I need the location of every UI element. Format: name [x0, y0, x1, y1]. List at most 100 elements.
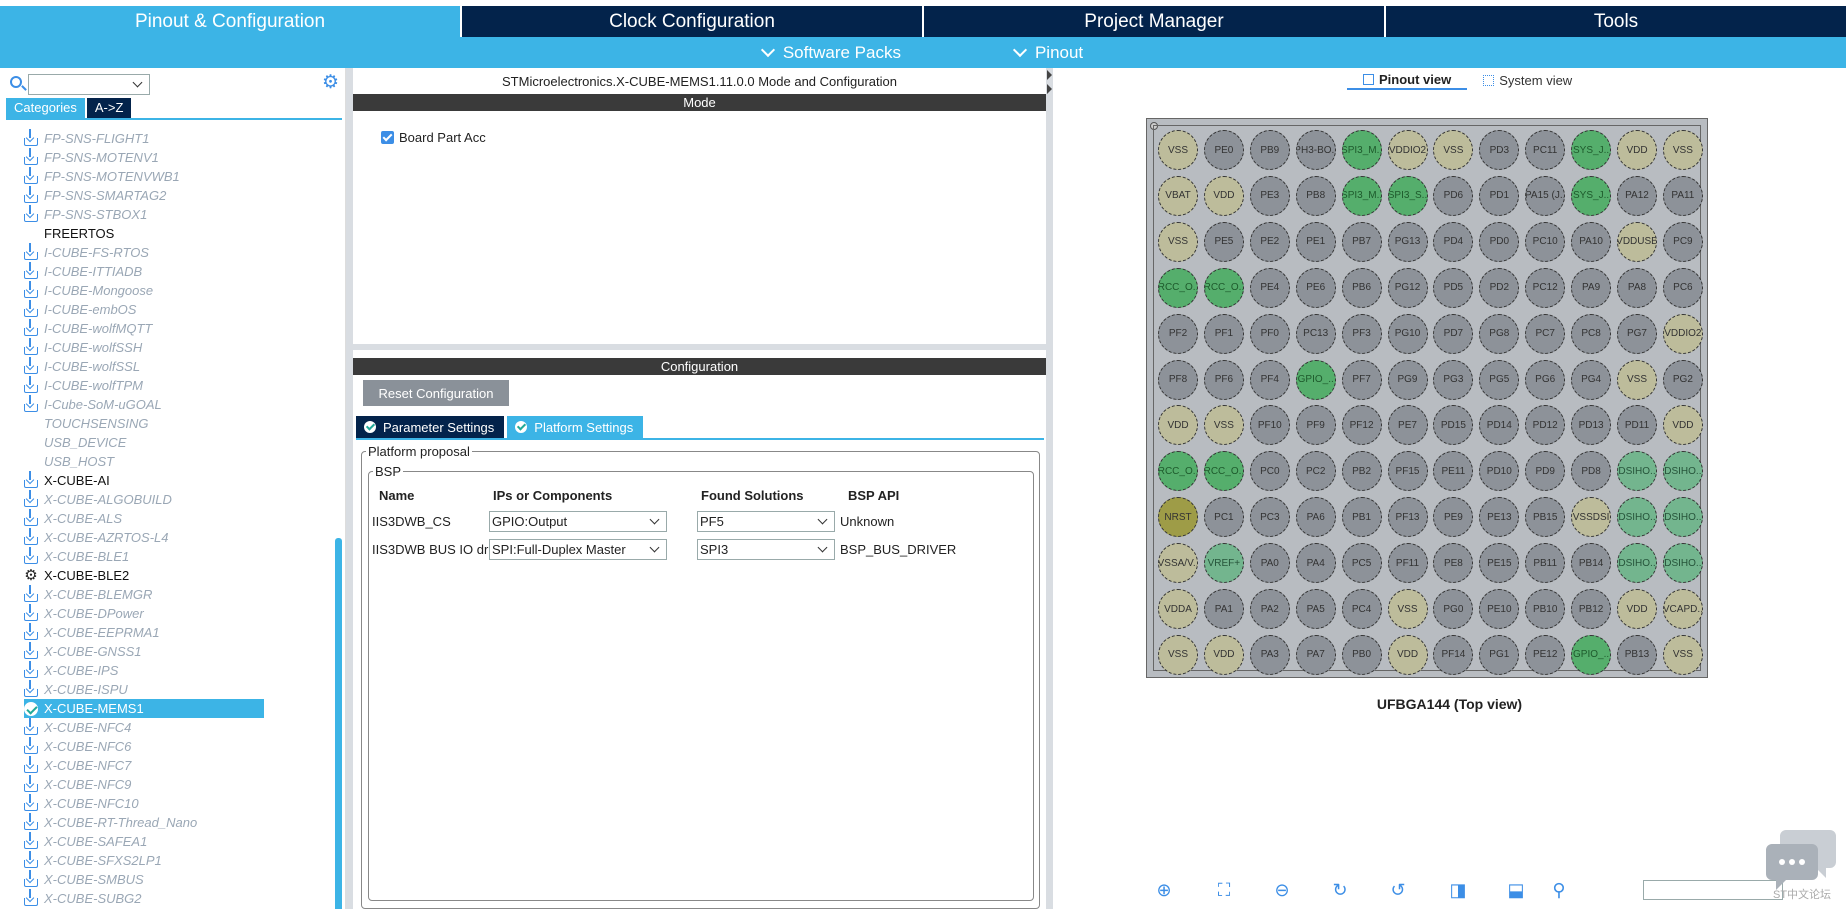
pin[interactable]: PD15 [1433, 405, 1474, 446]
pin[interactable]: PF11 [1387, 543, 1428, 584]
pin[interactable]: PD2 [1479, 267, 1520, 308]
tree-item[interactable]: I-CUBE-ITTIADB [24, 261, 324, 281]
tree-item[interactable]: FP-SNS-STBOX1 [24, 204, 324, 224]
reset-configuration-button[interactable]: Reset Configuration [363, 380, 509, 406]
tab-a-z[interactable]: A->Z [86, 98, 132, 118]
pin[interactable]: VSS [1158, 221, 1198, 262]
pin[interactable]: PG4 [1571, 359, 1612, 400]
pin[interactable]: PE15 [1479, 543, 1520, 584]
pin[interactable]: PC7 [1525, 313, 1566, 354]
tab-tools[interactable]: Tools [1386, 6, 1846, 37]
pin[interactable]: PA8 [1617, 267, 1657, 308]
pin[interactable]: VCAPD.. [1662, 589, 1703, 629]
tree-item[interactable]: FP-SNS-FLIGHT1 [24, 129, 324, 148]
pin[interactable]: PB10 [1525, 589, 1566, 629]
pin[interactable]: VDDA [1158, 589, 1198, 629]
pin[interactable]: PH3-BO.. [1295, 130, 1336, 170]
tree-item[interactable]: FREERTOS [24, 224, 324, 243]
pin[interactable]: VDD [1158, 405, 1198, 446]
pin[interactable]: SYS_J.. [1571, 175, 1612, 216]
pin[interactable]: PF3 [1341, 313, 1382, 354]
tree-item[interactable]: X-CUBE-NFC6 [24, 736, 324, 756]
pin[interactable]: RCC_O.. [1158, 451, 1198, 492]
tree-item[interactable]: X-CUBE-NFC10 [24, 793, 324, 813]
pin[interactable]: RCC_O.. [1203, 267, 1244, 308]
pin[interactable]: PB0 [1341, 634, 1382, 675]
tree-item[interactable]: I-CUBE-wolfTPM [24, 375, 324, 395]
pin[interactable]: VDD [1662, 405, 1703, 446]
pin[interactable]: PF9 [1295, 405, 1336, 446]
pin[interactable]: PB14 [1571, 543, 1612, 584]
pin[interactable]: PE2 [1249, 221, 1290, 262]
pin[interactable]: DSIHO.. [1662, 497, 1703, 538]
pin[interactable]: PG10 [1387, 313, 1428, 354]
pin[interactable]: PB1 [1341, 497, 1382, 538]
pin[interactable]: VDD [1617, 589, 1657, 629]
pin[interactable]: SPI3_M.. [1341, 175, 1382, 216]
pin[interactable]: VSS [1433, 130, 1474, 170]
tree-item[interactable]: X-CUBE-GNSS1 [24, 641, 324, 661]
board-part-acc-checkbox[interactable]: Board Part Acc [381, 130, 486, 145]
pin[interactable]: VREF+ [1203, 543, 1244, 584]
pin[interactable]: PE5 [1203, 221, 1244, 262]
tab-categories[interactable]: Categories [6, 98, 85, 118]
tree-item[interactable]: X-CUBE-NFC7 [24, 755, 324, 775]
pin[interactable]: PD5 [1433, 267, 1474, 308]
pin[interactable]: PF14 [1433, 634, 1474, 675]
pin[interactable]: PD14 [1479, 405, 1520, 446]
pin[interactable]: SPI3_S.. [1387, 175, 1428, 216]
pin[interactable]: PB15 [1525, 497, 1566, 538]
pin[interactable]: PD6 [1433, 175, 1474, 216]
pin[interactable]: PB6 [1341, 267, 1382, 308]
pin[interactable]: PF12 [1341, 405, 1382, 446]
pin[interactable]: PD10 [1479, 451, 1520, 492]
pin[interactable]: PE7 [1387, 405, 1428, 446]
gear-icon[interactable]: ⚙ [322, 73, 339, 92]
pin[interactable]: PC0 [1249, 451, 1290, 492]
tree-item[interactable]: I-Cube-SoM-uGOAL [24, 394, 324, 414]
pin[interactable]: PG6 [1525, 359, 1566, 400]
pin[interactable]: PC3 [1249, 497, 1290, 538]
horizontal-splitter[interactable] [353, 344, 1046, 350]
pin[interactable]: PD0 [1479, 221, 1520, 262]
pin[interactable]: PE8 [1433, 543, 1474, 584]
pin[interactable]: VSS [1158, 130, 1198, 170]
pin[interactable]: PC4 [1341, 589, 1382, 629]
pin[interactable]: VDDIO2 [1387, 130, 1428, 170]
pin[interactable]: PD4 [1433, 221, 1474, 262]
pin[interactable]: PC11 [1525, 130, 1566, 170]
pin[interactable]: PG5 [1479, 359, 1520, 400]
pinout-menu[interactable]: Pinout [1003, 43, 1095, 63]
pin[interactable]: RCC_O.. [1203, 451, 1244, 492]
pin[interactable]: PF6 [1203, 359, 1244, 400]
pin[interactable]: PA5 [1295, 589, 1336, 629]
search-icon[interactable]: ⚲ [1548, 879, 1570, 901]
pin[interactable]: PG1 [1479, 634, 1520, 675]
pin[interactable]: PD7 [1433, 313, 1474, 354]
pin[interactable]: PE1 [1295, 221, 1336, 262]
flip-horizontal-icon[interactable]: ◨ [1447, 879, 1469, 901]
pin[interactable]: PB7 [1341, 221, 1382, 262]
tree-item[interactable]: USB_HOST [24, 452, 324, 471]
pin[interactable]: DSIHO.. [1617, 451, 1657, 492]
pin[interactable]: VDD [1203, 175, 1244, 216]
zoom-in-icon[interactable]: ⊕ [1153, 879, 1175, 901]
pin[interactable]: PB2 [1341, 451, 1382, 492]
pin[interactable]: PF1 [1203, 313, 1244, 354]
tree-item[interactable]: X-CUBE-IPS [24, 660, 324, 680]
pin[interactable]: PD1 [1479, 175, 1520, 216]
tab-project-manager[interactable]: Project Manager [924, 6, 1386, 37]
pin[interactable]: PA6 [1295, 497, 1336, 538]
tab-system-view[interactable]: System view [1467, 70, 1588, 90]
pin[interactable]: PA12 [1617, 175, 1657, 216]
tree-item[interactable]: X-CUBE-SUBG2 [24, 888, 324, 908]
pin[interactable]: GPIO_.. [1571, 634, 1612, 675]
pin[interactable]: VBAT [1158, 175, 1198, 216]
pin[interactable]: PE0 [1203, 130, 1244, 170]
pin[interactable]: VSS [1203, 405, 1244, 446]
pin[interactable]: VDDUSB [1617, 221, 1657, 262]
pin[interactable]: PG9 [1387, 359, 1428, 400]
pin[interactable]: PC8 [1571, 313, 1612, 354]
pin[interactable]: PC9 [1662, 221, 1703, 262]
pin[interactable]: GPIO_.. [1295, 359, 1336, 400]
